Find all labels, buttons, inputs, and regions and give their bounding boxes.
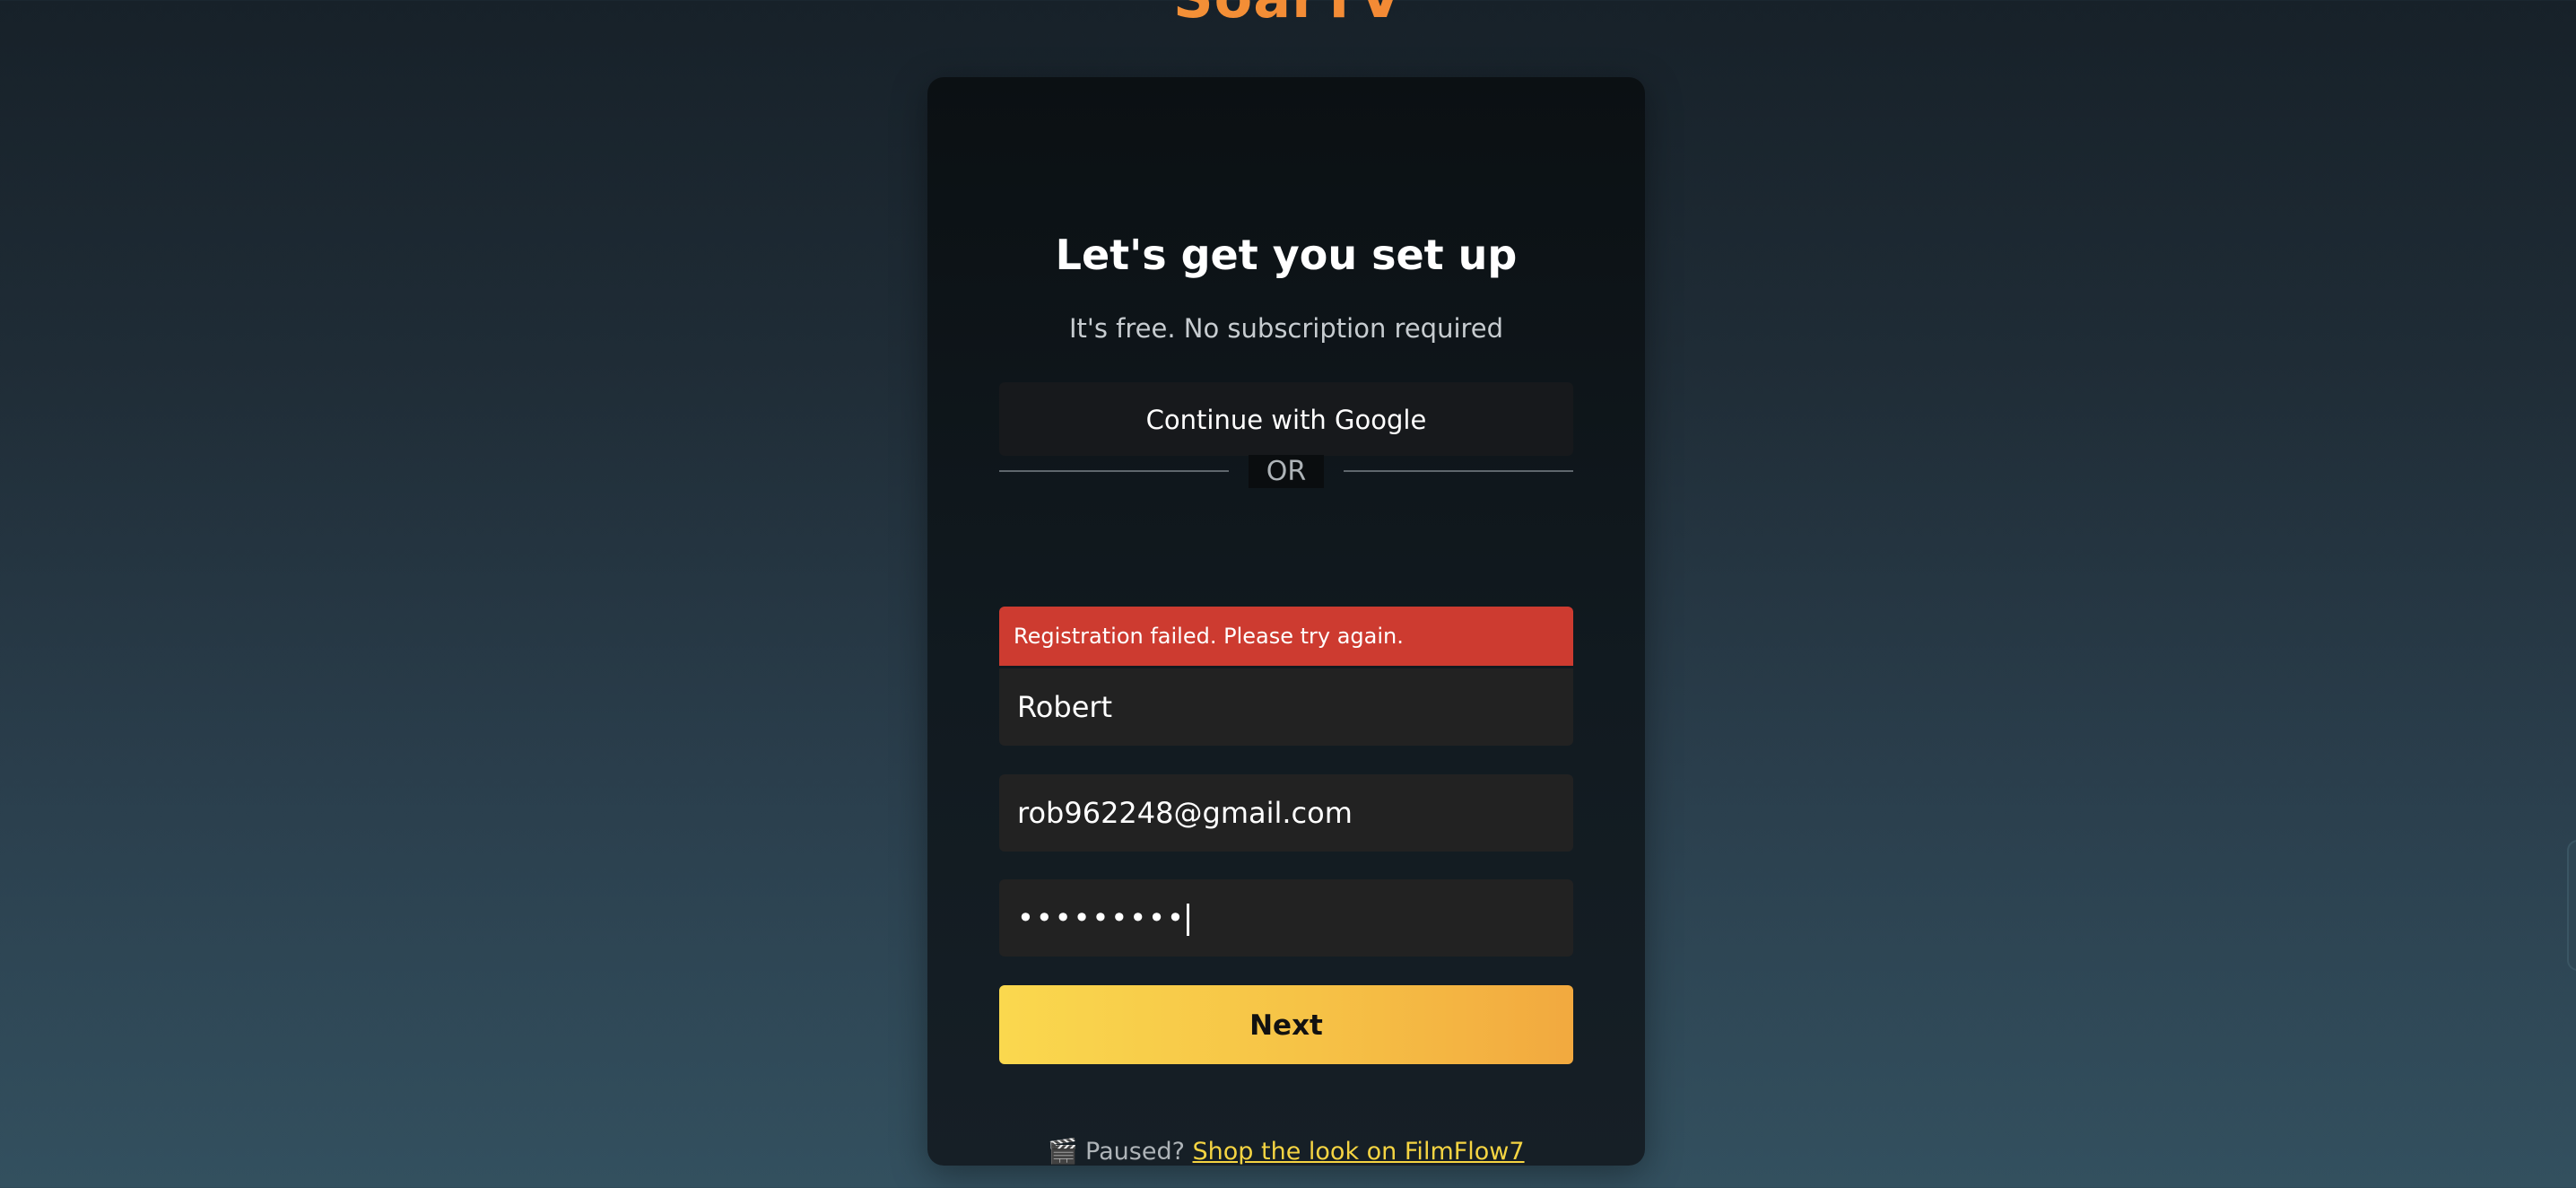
name-field-value: Robert — [1017, 690, 1113, 724]
continue-with-google-button[interactable]: Continue with Google — [999, 382, 1573, 456]
signup-card: Let's get you set up It's free. No subsc… — [927, 77, 1645, 1166]
filmflow-promo-link[interactable]: Shop the look on FilmFlow7 — [1193, 1138, 1525, 1166]
page-title: Let's get you set up — [1055, 231, 1518, 279]
clapperboard-icon: 🎬 — [1048, 1138, 1079, 1166]
brand-logo: SoarTV — [0, 0, 2576, 31]
password-field-value: ••••••••• — [1017, 901, 1186, 935]
text-caret — [1186, 904, 1189, 936]
error-banner: Registration failed. Please try again. — [999, 607, 1573, 666]
side-drawer-handle[interactable] — [2567, 840, 2576, 971]
email-field-value: rob962248@gmail.com — [1017, 796, 1353, 830]
promo-line: 🎬 Paused? Shop the look on FilmFlow7 — [927, 1136, 1645, 1168]
email-field[interactable]: rob962248@gmail.com — [999, 774, 1573, 852]
divider-line-right — [1344, 470, 1573, 472]
or-divider-label: OR — [1249, 455, 1324, 488]
name-field[interactable]: Robert — [999, 668, 1573, 746]
password-field[interactable]: ••••••••• — [999, 879, 1573, 957]
divider-line-left — [999, 470, 1229, 472]
page-subtitle: It's free. No subscription required — [1068, 313, 1504, 344]
next-button[interactable]: Next — [999, 985, 1573, 1064]
promo-prefix: Paused? — [1085, 1138, 1185, 1166]
